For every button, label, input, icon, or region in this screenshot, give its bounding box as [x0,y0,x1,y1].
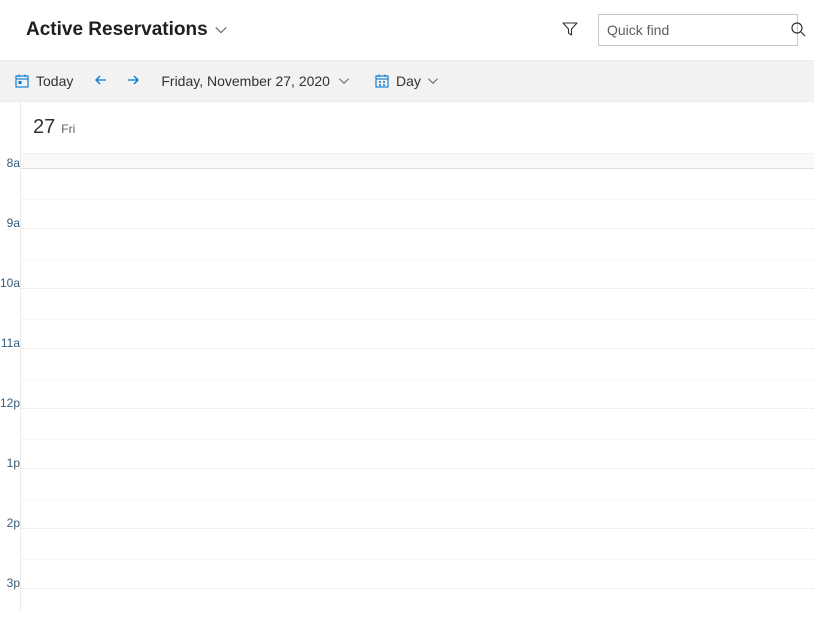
hour-row[interactable] [21,169,814,229]
hour-row[interactable] [21,589,814,611]
day-number: 27 [33,116,55,139]
search-box[interactable] [598,14,798,46]
hour-row[interactable] [21,409,814,469]
hour-row[interactable] [21,529,814,589]
half-hour-line [21,439,814,440]
search-input[interactable] [607,22,788,38]
half-hour-line [21,199,814,200]
time-label: 11a [0,344,20,404]
hour-grid[interactable] [21,169,814,611]
arrow-right-icon [125,72,141,91]
chevron-down-icon [427,75,439,87]
next-day-button[interactable] [117,61,149,101]
chevron-down-icon [338,75,350,87]
half-hour-line [21,559,814,560]
hour-row[interactable] [21,349,814,409]
calendar-icon [374,73,390,89]
day-header: 27 Fri [21,102,814,154]
time-label: 3p [0,584,20,644]
hour-row[interactable] [21,289,814,349]
search-button[interactable] [788,19,808,42]
time-label: 9a [0,224,20,284]
header-bar: Active Reservations [0,0,814,60]
time-gutter: 8a9a10a11a12p1p2p3p [0,164,20,644]
view-mode-button[interactable]: Day [362,61,451,101]
date-picker[interactable]: Friday, November 27, 2020 [149,61,362,101]
half-hour-line [21,499,814,500]
arrow-left-icon [93,72,109,91]
prev-day-button[interactable] [85,61,117,101]
view-selector[interactable]: Active Reservations [26,19,228,41]
half-hour-line [21,379,814,380]
hour-row[interactable] [21,229,814,289]
time-label: 8a [0,164,20,224]
view-mode-label: Day [396,73,421,89]
half-hour-line [21,319,814,320]
half-hour-line [21,259,814,260]
filter-icon [562,21,578,40]
filter-button[interactable] [556,15,584,46]
page-title: Active Reservations [26,19,208,41]
time-label: 12p [0,404,20,464]
allday-slot[interactable] [21,154,814,169]
today-button[interactable]: Today [2,61,85,101]
calendar-toolbar: Today Friday, November 27, 2020 Day [0,60,814,102]
day-abbr: Fri [61,122,75,136]
calendar-area: 27 Fri [20,102,814,611]
calendar-today-icon [14,73,30,89]
time-label: 10a [0,284,20,344]
time-label: 1p [0,464,20,524]
chevron-down-icon [214,23,228,37]
current-date-label: Friday, November 27, 2020 [161,73,330,89]
header-actions [556,14,798,46]
today-label: Today [36,73,73,89]
time-label: 2p [0,524,20,584]
search-icon [790,21,806,40]
hour-row[interactable] [21,469,814,529]
